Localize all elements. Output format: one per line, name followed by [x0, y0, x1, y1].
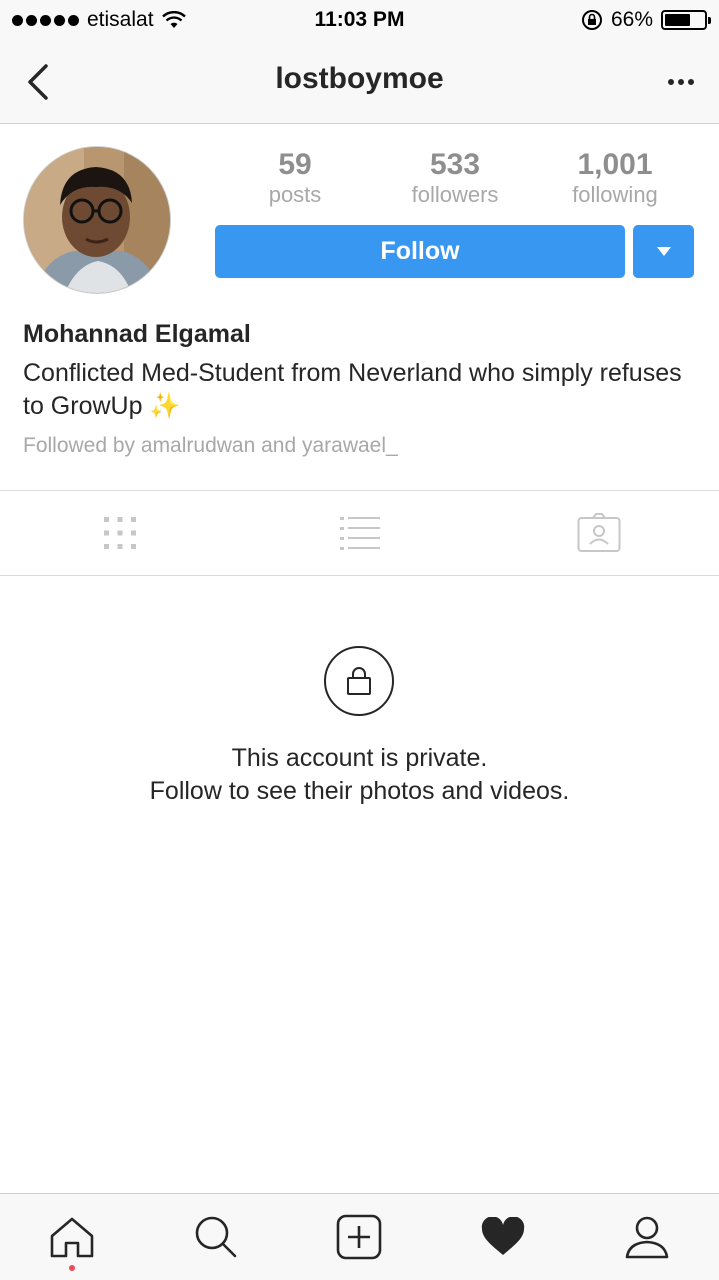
person-icon — [625, 1216, 669, 1259]
lock-icon — [347, 667, 371, 695]
following-count: 1,001 — [577, 148, 653, 181]
tab-list-view[interactable] — [240, 491, 480, 575]
tab-search[interactable] — [144, 1194, 288, 1280]
plus-square-icon — [337, 1214, 382, 1260]
tab-activity[interactable] — [431, 1194, 575, 1280]
page-title: lostboymoe — [275, 62, 444, 95]
stat-following[interactable]: 1,001 following — [535, 148, 695, 208]
more-horizontal-icon — [668, 79, 674, 85]
following-label: following — [572, 182, 658, 207]
tab-profile[interactable] — [575, 1194, 719, 1280]
tab-grid-view[interactable] — [0, 491, 240, 575]
nav-bar: lostboymoe — [0, 40, 719, 124]
stat-posts[interactable]: 59 posts — [215, 148, 375, 208]
heart-icon — [482, 1217, 525, 1255]
more-options-button[interactable] — [661, 64, 701, 100]
private-subtitle: Follow to see their photos and videos. — [149, 777, 570, 805]
status-bar: etisalat 11:03 PM 66% — [0, 0, 719, 40]
home-icon — [50, 1217, 94, 1258]
profile-tabs — [0, 490, 719, 576]
status-right: 66% — [581, 8, 711, 32]
posts-count: 59 — [278, 148, 312, 181]
battery-icon — [661, 10, 711, 30]
battery-fill — [665, 14, 691, 26]
posts-label: posts — [268, 182, 322, 207]
battery-percent: 66% — [610, 8, 653, 31]
chevron-down-icon — [656, 247, 671, 256]
followers-count: 533 — [429, 148, 481, 181]
stat-followers[interactable]: 533 followers — [375, 148, 535, 208]
bio-text: Conflicted Med-Student from Neverland wh… — [23, 359, 682, 420]
follow-button[interactable]: Follow — [215, 225, 625, 278]
tagged-photos-icon — [577, 513, 621, 552]
list-icon — [339, 517, 380, 550]
suggestions-dropdown-button[interactable] — [633, 225, 694, 278]
profile-photo — [24, 147, 170, 293]
search-icon — [195, 1216, 236, 1258]
tab-home[interactable] — [0, 1194, 144, 1280]
orientation-lock-icon — [581, 10, 602, 30]
profile-stats: 59 posts 533 followers 1,001 following — [215, 148, 695, 208]
bottom-tab-bar — [0, 1193, 719, 1280]
grid-icon — [103, 517, 136, 549]
avatar[interactable] — [23, 146, 171, 294]
private-title: This account is private. — [231, 744, 488, 772]
tab-tagged[interactable] — [479, 491, 719, 575]
notification-dot — [68, 1265, 75, 1271]
followed-by-text[interactable]: Followed by amalrudwan and yarawael_ — [23, 434, 398, 458]
private-lock-badge — [324, 646, 394, 716]
full-name: Mohannad Elgamal — [23, 320, 251, 348]
tab-new-post[interactable] — [288, 1194, 432, 1280]
followers-label: followers — [411, 182, 499, 207]
